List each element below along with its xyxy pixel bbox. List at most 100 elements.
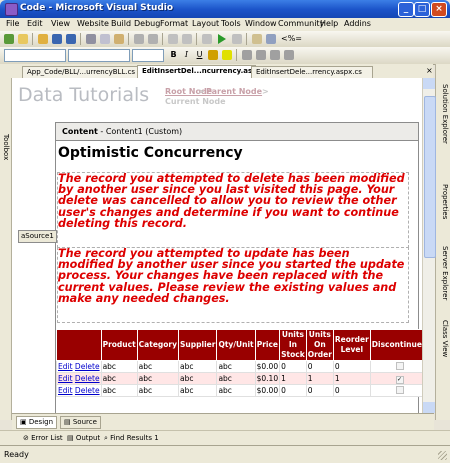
- resize-grip-icon[interactable]: [438, 451, 447, 460]
- highlight-icon[interactable]: [222, 50, 232, 60]
- redo-icon[interactable]: [148, 34, 158, 44]
- italic-button[interactable]: I: [181, 49, 192, 60]
- cell-category: abc: [136, 372, 180, 385]
- class-view-tab[interactable]: Class View: [441, 320, 449, 357]
- menu-addins[interactable]: Addins: [344, 19, 371, 28]
- output-label: Output: [75, 434, 101, 442]
- menu-window[interactable]: Window: [245, 19, 277, 28]
- cell-supplier: abc: [178, 372, 218, 385]
- left-tool-strip: Toolbox: [0, 64, 12, 420]
- delete-link[interactable]: Delete: [75, 362, 100, 371]
- formatting-toolbar: B I U: [0, 47, 450, 65]
- discontinued-checkbox[interactable]: [395, 361, 404, 370]
- maximize-button[interactable]: □: [414, 2, 430, 17]
- menu-debug[interactable]: Debug: [134, 19, 160, 28]
- content-label: Content - Content1 (Custom): [62, 127, 183, 136]
- align-center-icon[interactable]: [256, 50, 266, 60]
- breadcrumb-separator: >: [198, 87, 205, 96]
- menu-community[interactable]: Community: [278, 19, 324, 28]
- solution-config-icon[interactable]: [202, 34, 212, 44]
- discontinued-checkbox[interactable]: [395, 385, 404, 394]
- menu-build[interactable]: Build: [111, 19, 131, 28]
- menu-edit[interactable]: Edit: [27, 19, 43, 28]
- breadcrumb-separator: >: [262, 87, 269, 96]
- font-name-dropdown[interactable]: [68, 49, 130, 62]
- design-view-tab[interactable]: ▣ Design: [16, 416, 58, 429]
- tab-aspx-cs[interactable]: EditInsertDele...rrency.aspx.cs: [251, 66, 373, 78]
- toolbox-tab[interactable]: Toolbox: [2, 134, 10, 160]
- cut-icon[interactable]: [86, 34, 96, 44]
- start-debug-icon[interactable]: [218, 34, 226, 44]
- minimize-button[interactable]: _: [398, 2, 414, 17]
- find-icon[interactable]: [232, 34, 242, 44]
- grid-header-price: Price: [254, 329, 281, 361]
- toolbar-separator: [196, 33, 197, 45]
- edit-link[interactable]: Edit: [58, 374, 73, 383]
- text-color-icon[interactable]: [208, 50, 218, 60]
- edit-link[interactable]: Edit: [58, 362, 73, 371]
- font-size-dropdown[interactable]: [132, 49, 164, 62]
- list-icon[interactable]: [284, 50, 294, 60]
- align-left-icon[interactable]: [242, 50, 252, 60]
- menu-tools[interactable]: Tools: [221, 19, 241, 28]
- scroll-up-button[interactable]: [423, 78, 435, 89]
- navigate-forward-icon[interactable]: [182, 34, 192, 44]
- update-concurrency-message[interactable]: The record you attempted to update has b…: [57, 247, 409, 323]
- edit-link[interactable]: Edit: [58, 386, 73, 395]
- open-folder-icon[interactable]: [38, 34, 48, 44]
- block-format-dropdown[interactable]: [4, 49, 66, 62]
- close-button[interactable]: ×: [431, 2, 447, 17]
- source-view-tab[interactable]: ▤ Source: [60, 416, 101, 429]
- server-explorer-tab[interactable]: Server Explorer: [441, 246, 449, 300]
- menu-layout[interactable]: Layout: [192, 19, 219, 28]
- datasource-tag[interactable]: aSource1: [18, 230, 57, 243]
- status-text: Ready: [4, 450, 29, 459]
- new-project-icon[interactable]: [4, 34, 14, 44]
- bold-button[interactable]: B: [168, 49, 179, 60]
- cell-reorder: 0: [332, 384, 371, 397]
- delete-link[interactable]: Delete: [75, 386, 100, 395]
- open-file-icon[interactable]: [18, 34, 28, 44]
- underline-button[interactable]: U: [194, 49, 205, 60]
- vertical-scrollbar[interactable]: [422, 78, 436, 413]
- paste-icon[interactable]: [114, 34, 124, 44]
- discontinued-checkbox-checked[interactable]: ✓: [395, 375, 404, 384]
- scroll-down-button[interactable]: [423, 402, 435, 413]
- grid-header-stock: Units In Stock: [279, 329, 307, 361]
- solution-explorer-tab[interactable]: Solution Explorer: [441, 84, 449, 144]
- scroll-thumb[interactable]: [424, 96, 436, 258]
- save-all-icon[interactable]: [66, 34, 76, 44]
- menu-file[interactable]: File: [6, 19, 19, 28]
- navigate-back-icon[interactable]: [168, 34, 178, 44]
- cell-stock: 1: [279, 372, 307, 385]
- tab-bll-cs[interactable]: App_Code/BLL/...urrencyBLL.cs: [22, 66, 142, 78]
- delete-link[interactable]: Delete: [75, 374, 100, 383]
- grid-header-supplier: Supplier: [178, 329, 218, 361]
- close-tab-icon[interactable]: ×: [426, 67, 433, 75]
- copy-icon[interactable]: [100, 34, 110, 44]
- properties-icon[interactable]: [252, 34, 262, 44]
- properties-tab[interactable]: Properties: [441, 184, 449, 219]
- cell-category: abc: [136, 360, 180, 373]
- menu-view[interactable]: View: [51, 19, 70, 28]
- toolbox-icon[interactable]: [266, 34, 276, 44]
- cell-price: $0.10: [254, 372, 281, 385]
- menu-website[interactable]: Website: [77, 19, 109, 28]
- design-surface[interactable]: Data Tutorials Root Node > Parent Node >…: [12, 78, 422, 413]
- menu-format[interactable]: Format: [160, 19, 188, 28]
- menu-help[interactable]: Help: [320, 19, 338, 28]
- tab-aspx[interactable]: EditInsertDel...ncurrency.aspx: [137, 65, 256, 78]
- cell-discontinued: [369, 360, 422, 373]
- find-results-tab[interactable]: ⌕ Find Results 1: [101, 433, 162, 444]
- inline-code-button[interactable]: <%=: [281, 34, 302, 43]
- error-list-tab[interactable]: ⊘ Error List: [20, 433, 66, 444]
- cell-product: abc: [100, 360, 138, 373]
- align-right-icon[interactable]: [270, 50, 280, 60]
- products-gridview[interactable]: Product Category Supplier Qty/Unit Price…: [56, 329, 422, 397]
- title-bar[interactable]: Code - Microsoft Visual Studio _ □ ×: [0, 0, 450, 18]
- delete-concurrency-message[interactable]: The record you attempted to delete has b…: [57, 172, 409, 248]
- save-icon[interactable]: [52, 34, 62, 44]
- output-tab[interactable]: ▤ Output: [64, 433, 103, 444]
- breadcrumb-parent-link[interactable]: Parent Node: [206, 87, 262, 96]
- undo-icon[interactable]: [134, 34, 144, 44]
